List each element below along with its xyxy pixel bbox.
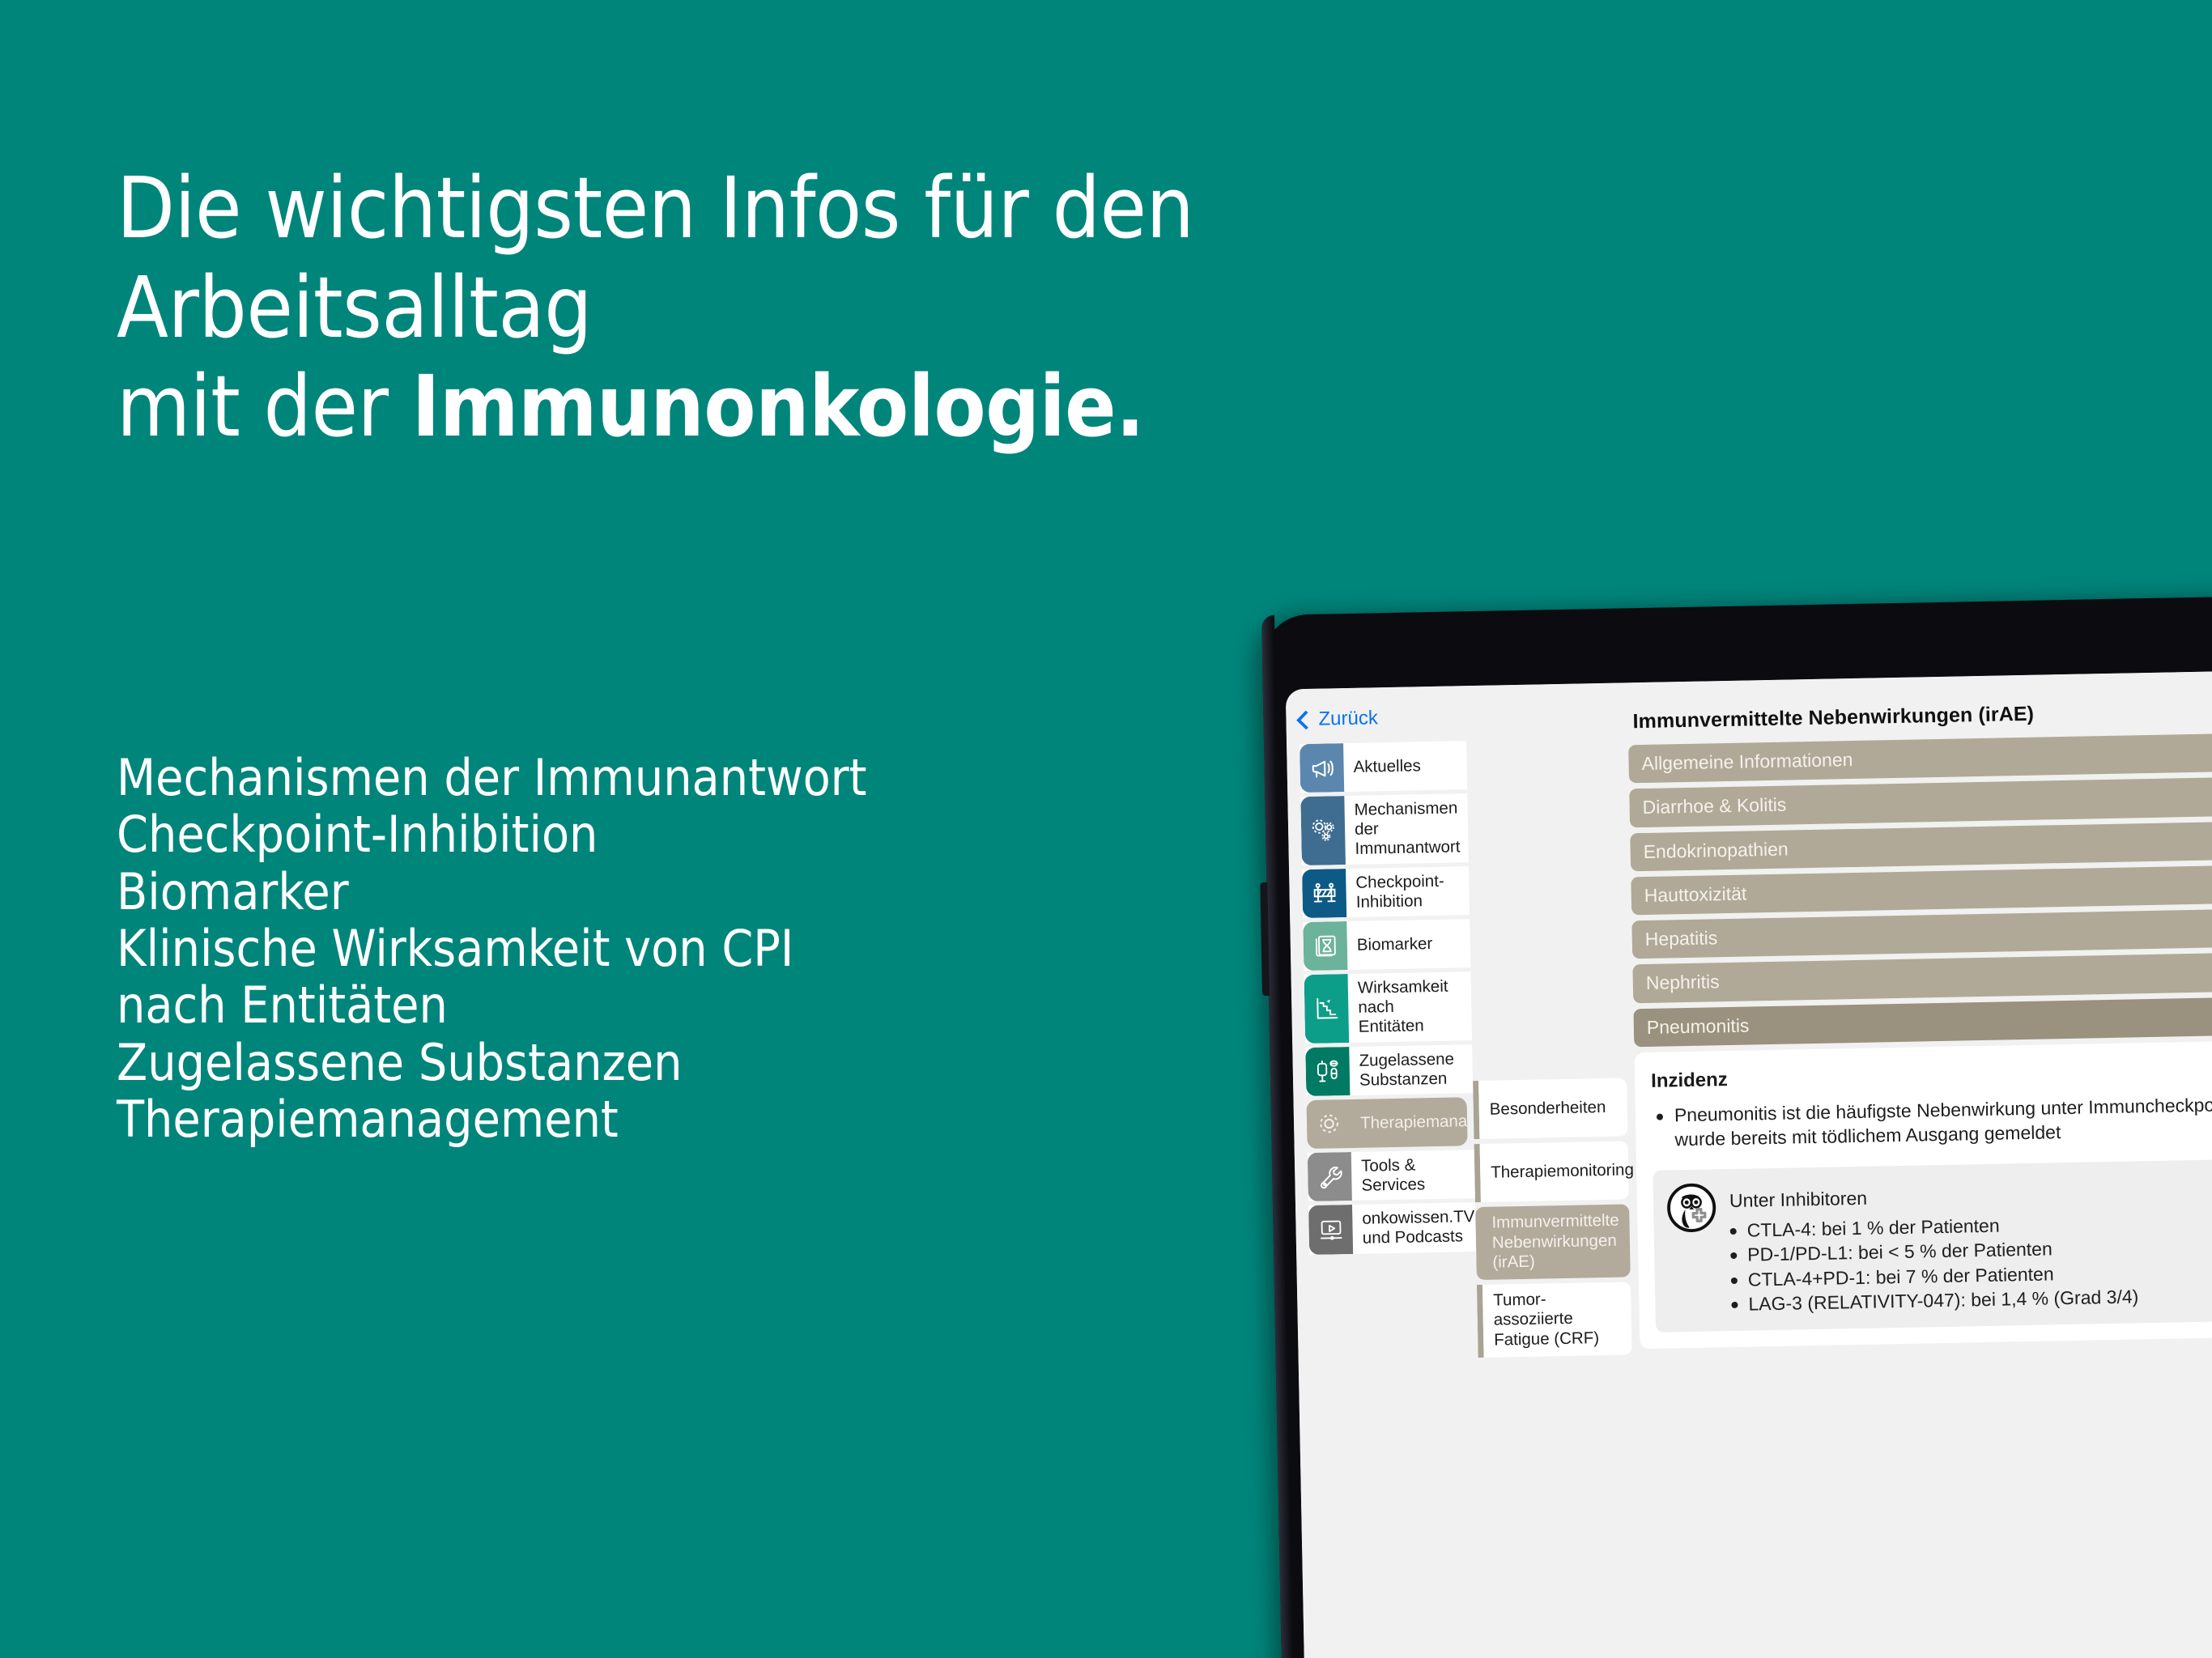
- tag-diarrhoe-kolitis[interactable]: Diarrhoe & Kolitis: [1629, 774, 2212, 827]
- section-bullet-text: Pneumonitis ist die häufigste Nebenwirku…: [1674, 1091, 2212, 1150]
- sidebar-item-label: Therapiemanagement: [1359, 1110, 1468, 1133]
- gears-icon: [1300, 796, 1346, 865]
- subnav-item-therapiemonitoring[interactable]: Therapiemonitoring: [1474, 1141, 1634, 1203]
- bullet-dot-icon: [1731, 1301, 1738, 1308]
- topic-item: Therapiemanagement: [117, 1089, 619, 1149]
- wrench-icon: [1307, 1151, 1352, 1202]
- bullet-dot-icon: [1656, 1113, 1664, 1120]
- tag-nephritis[interactable]: Nephritis: [1632, 950, 2212, 1004]
- section-heading: Inzidenz: [1650, 1069, 1729, 1092]
- topic-item: nach Entitäten: [117, 976, 448, 1035]
- subnav-item-irae[interactable]: Immunvermittelte Nebenwirkungen (irAE): [1475, 1204, 1631, 1280]
- info-box: Unter Inhibitoren CTLA-4: bei 1 % der Pa…: [1653, 1156, 2212, 1333]
- sidebar-item-label: Aktuelles: [1353, 756, 1422, 776]
- tag-hepatitis[interactable]: Hepatitis: [1631, 906, 2212, 959]
- subnav-item-crf[interactable]: Tumor-assoziierte Fatigue (CRF): [1476, 1282, 1632, 1358]
- tablet-device: Zurück Aktuelles Mechanismen der Immunan…: [1260, 594, 2212, 1658]
- sidebar-item-onkowissen-tv[interactable]: onkowissen.TV und Podcasts: [1308, 1202, 1477, 1255]
- back-button[interactable]: Zurück: [1295, 707, 1379, 731]
- headline-line-2-light: mit der: [117, 357, 412, 457]
- app-root: Zurück Aktuelles Mechanismen der Immunan…: [1285, 668, 2212, 1658]
- content-column: Immunvermittelte Nebenwirkungen (irAE) A…: [1627, 668, 2212, 1658]
- sidebar-item-tools-services[interactable]: Tools & Services: [1307, 1149, 1475, 1202]
- video-player-icon: [1308, 1205, 1354, 1255]
- topic-item: Klinische Wirksamkeit von CPI: [117, 918, 794, 978]
- back-bar: Zurück: [1286, 686, 1466, 744]
- topic-item: Biomarker: [117, 861, 349, 921]
- info-box-body: Unter Inhibitoren CTLA-4: bei 1 % der Pa…: [1729, 1170, 2212, 1317]
- sidebar-item-label: Checkpoint-Inhibition: [1355, 871, 1444, 912]
- sidebar-item-wirksamkeit[interactable]: Wirksamkeit nach Entitäten: [1304, 971, 1473, 1044]
- infusion-icon: [1305, 1046, 1351, 1096]
- sidebar-item-aktuelles[interactable]: Aktuelles: [1300, 741, 1468, 793]
- subnav-item-besonderheiten[interactable]: Besonderheiten: [1473, 1078, 1628, 1140]
- sidebar-item-biomarker[interactable]: Biomarker: [1303, 919, 1471, 971]
- headline-line-1: Die wichtigsten Infos für den Arbeitsall…: [117, 159, 1194, 357]
- secondary-nav-column: Besonderheiten Therapiemonitoring Immunv…: [1465, 682, 1648, 1658]
- bullet-dot-icon: [1730, 1252, 1738, 1260]
- content-card: Inzidenz Pneumonitis ist die häufigste N…: [1634, 1038, 2212, 1350]
- tag-hauttoxizitaet[interactable]: Hauttoxizität: [1631, 861, 2212, 916]
- gear-icon: [1307, 1099, 1351, 1149]
- sidebar-item-label: Wirksamkeit nach Entitäten: [1357, 976, 1448, 1037]
- sidebar-item-label: Tools & Services: [1360, 1155, 1426, 1195]
- tag-endokrinopathien[interactable]: Endokrinopathien: [1630, 818, 2212, 872]
- tablet-screen: Zurück Aktuelles Mechanismen der Immunan…: [1285, 668, 2212, 1658]
- topic-item: Checkpoint-Inhibition: [117, 805, 598, 865]
- info-box-title: Unter Inhibitoren: [1729, 1187, 1868, 1211]
- chevron-left-icon: [1295, 709, 1317, 729]
- sidebar-item-label: Zugelassene Substanzen: [1359, 1049, 1455, 1090]
- tag-pneumonitis[interactable]: Pneumonitis: [1633, 993, 2212, 1048]
- sidebar-item-checkpoint-inhibition[interactable]: Checkpoint-Inhibition: [1302, 865, 1470, 919]
- promo-headline-block: Die wichtigsten Infos für den Arbeitsall…: [117, 159, 1266, 457]
- sidebar-item-zugelassene-substanzen[interactable]: Zugelassene Substanzen: [1305, 1044, 1474, 1096]
- sidebar-item-mechanismen[interactable]: Mechanismen der Immunantwort: [1300, 793, 1469, 865]
- topic-item: Zugelassene Substanzen: [117, 1032, 683, 1092]
- owl-icon: [1666, 1182, 1717, 1233]
- back-button-label: Zurück: [1318, 707, 1379, 730]
- sidebar-item-label: Mechanismen der Immunantwort: [1354, 798, 1461, 859]
- slide-canvas: Die wichtigsten Infos für den Arbeitsall…: [0, 0, 2212, 1658]
- sidebar-item-label: onkowissen.TV und Podcasts: [1362, 1207, 1475, 1248]
- bullet-dot-icon: [1730, 1277, 1738, 1284]
- bullet-dot-icon: [1729, 1227, 1737, 1235]
- section-bullet: Pneumonitis ist die häufigste Nebenwirku…: [1652, 1090, 2212, 1152]
- dna-card-icon: [1303, 920, 1348, 971]
- step-chart-icon: [1304, 973, 1350, 1044]
- headline-line-2-bold: Immunonkologie.: [411, 357, 1145, 457]
- megaphone-icon: [1300, 743, 1345, 793]
- sidebar-item-label: Biomarker: [1356, 933, 1433, 954]
- topic-item: Mechanismen der Immunantwort: [117, 748, 867, 807]
- tag-list: Allgemeine Informationen Diarrhoe & Koli…: [1628, 730, 2212, 1048]
- primary-nav-column: Zurück Aktuelles Mechanismen der Immunan…: [1285, 686, 1487, 1658]
- barrier-icon: [1302, 868, 1347, 919]
- topic-list: Mechanismen der Immunantwort Checkpoint-…: [117, 748, 1088, 1150]
- sidebar-item-therapiemanagement[interactable]: Therapiemanagement: [1306, 1097, 1468, 1149]
- info-box-list: CTLA-4: bei 1 % der Patienten PD-1/PD-L1…: [1729, 1206, 2212, 1317]
- headline: Die wichtigsten Infos für den Arbeitsall…: [117, 159, 1266, 457]
